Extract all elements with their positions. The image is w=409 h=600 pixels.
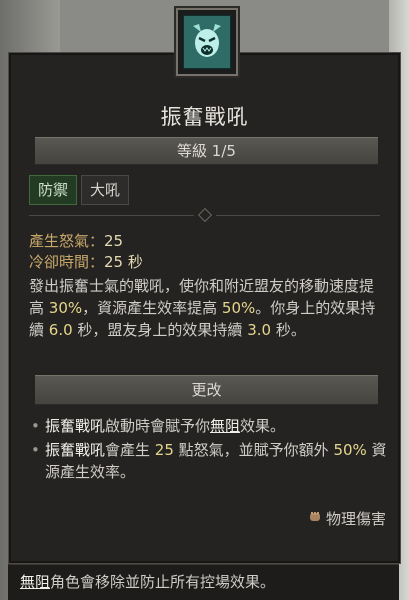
cooldown-label: 冷卻時間： [29,253,105,271]
cooldown-value: 25 秒 [104,253,143,271]
desc-text: 秒，盟友身上的效果持續 [72,321,248,339]
upgrade-list: 振奮戰吼啟動時會賦予你無阻效果。 振奮戰吼會產生 25 點怒氣，並賦予你額外 5… [29,415,389,485]
footer-text: 角色會移除並防止所有控場效果。 [50,573,276,591]
ally-duration-value: 3.0 [247,321,272,339]
fury-label: 產生怒氣： [29,232,105,250]
skill-description: 發出振奮士氣的戰吼，使你和附近盟友的移動速度提高 30%，資源產生效率提高 50… [29,275,387,341]
skill-tags: 防禦 大吼 [29,175,130,205]
upgrade-skill-name: 振奮戰吼 [45,441,106,459]
footer-tooltip: 無阻角色會移除並防止所有控場效果。 [8,564,399,600]
upgrade-text: 點怒氣，並賦予你額外 [173,441,334,459]
skill-stats: 產生怒氣：25 冷卻時間：25 秒 [29,231,389,273]
move-speed-value: 30% [48,299,83,317]
section-divider [29,207,380,223]
upgrades-header: 更改 [35,375,378,405]
desc-text: 秒。 [271,321,306,339]
unhindered-keyword-footer: 無阻 [20,573,51,591]
unhindered-keyword[interactable]: 無阻 [210,417,240,435]
roaring-face-icon [183,15,231,69]
fist-icon [308,510,322,528]
tag-shout: 大吼 [81,175,130,205]
fury-value: 25 [104,232,124,250]
upgrade-item: 振奮戰吼啟動時會賦予你無阻效果。 [29,415,389,437]
resource-value: 50% [221,299,256,317]
damage-type: 物理傷害 [308,508,386,529]
upgrade-skill-name: 振奮戰吼 [45,417,106,435]
skill-tooltip: 振奮戰吼 等級 1/5 防禦 大吼 產生怒氣：25 冷卻時間：25 秒 發出振奮… [8,52,401,564]
upgrade-text: 會產生 [105,441,155,459]
upgrade-item: 振奮戰吼會產生 25 點怒氣，並賦予你額外 50% 資源產生效率。 [29,439,389,483]
cooldown-stat: 冷卻時間：25 秒 [29,252,389,273]
upgrade-text: 效果。 [240,417,286,435]
skill-icon-frame [176,8,238,76]
upgrade-text: 啟動時會賦予你 [105,417,211,435]
desc-text: ，資源產生效率提高 [82,299,222,317]
damage-type-label: 物理傷害 [325,510,386,528]
self-duration-value: 6.0 [48,321,73,339]
tag-defense: 防禦 [29,175,78,205]
resource-amount: 50% [333,441,367,459]
fury-amount: 25 [154,441,174,459]
rank-bar: 等級 1/5 [35,137,378,165]
skill-title: 振奮戰吼 [160,105,249,129]
fury-stat: 產生怒氣：25 [29,231,389,252]
